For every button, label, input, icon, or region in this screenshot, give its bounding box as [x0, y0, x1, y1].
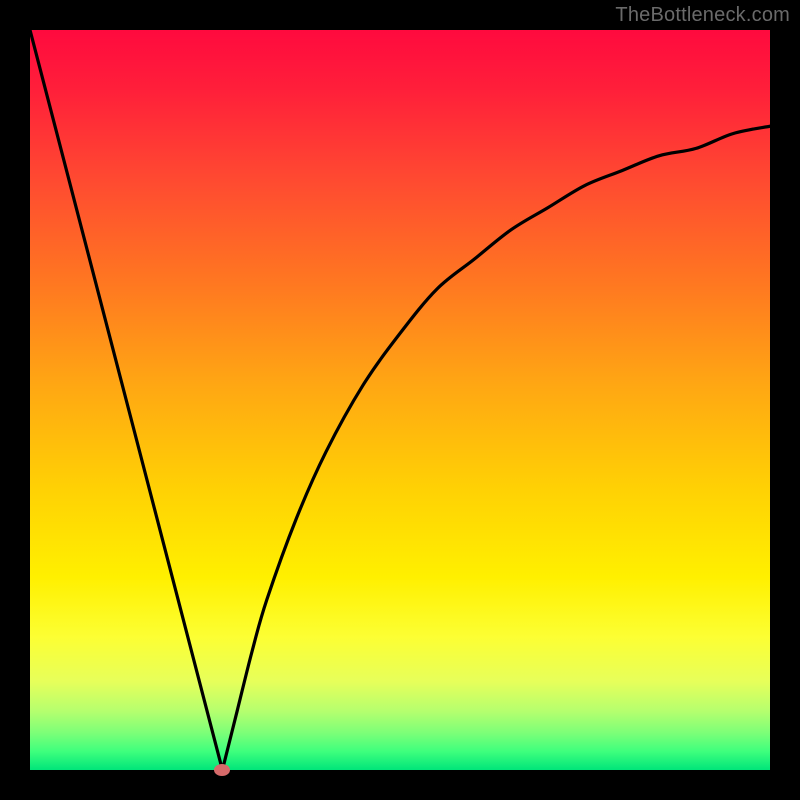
bottleneck-curve	[30, 30, 770, 770]
chart-plot-area	[30, 30, 770, 770]
curve-path	[30, 30, 770, 770]
outer-frame: TheBottleneck.com	[0, 0, 800, 800]
credit-label: TheBottleneck.com	[615, 4, 790, 27]
minimum-marker	[214, 764, 230, 776]
